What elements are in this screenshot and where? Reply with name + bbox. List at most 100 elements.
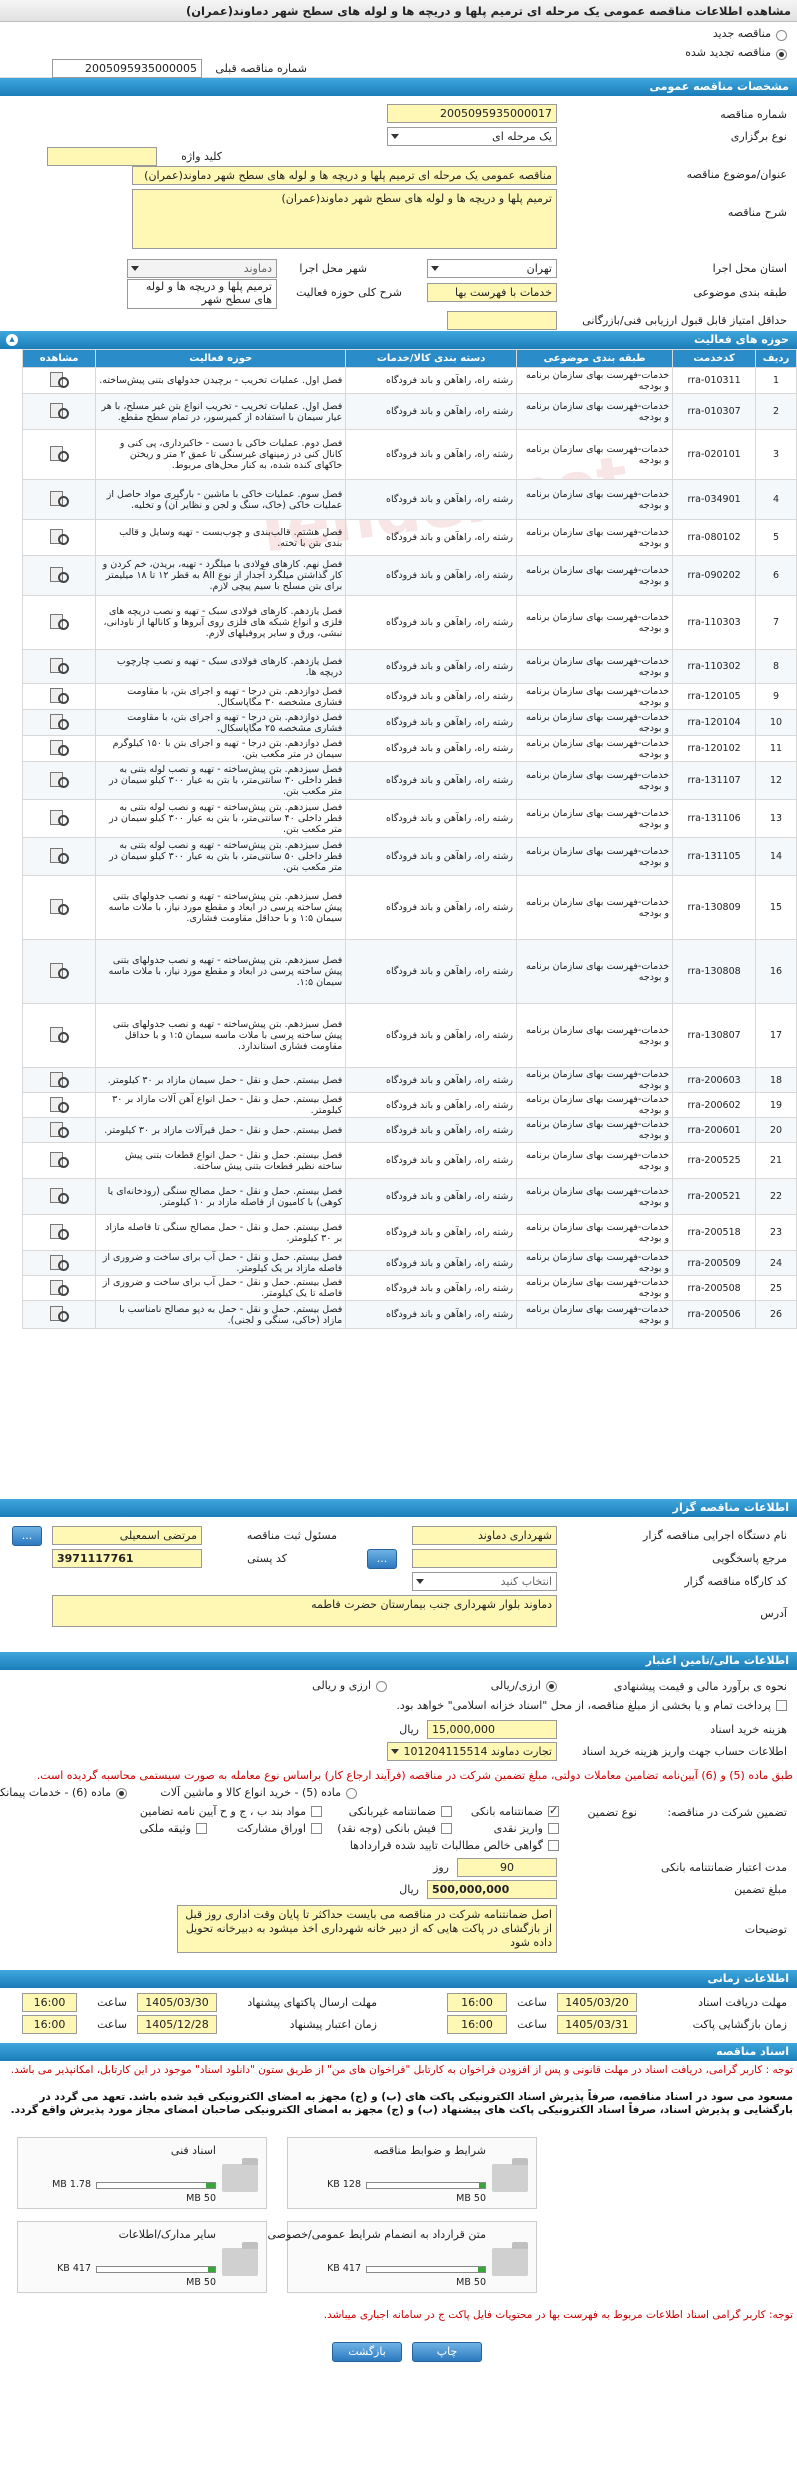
city-select[interactable]: دماوند — [127, 259, 277, 278]
resp-field: مرتضی اسمعیلی — [52, 1526, 202, 1545]
view-details-icon[interactable] — [48, 739, 70, 756]
doc-other[interactable]: سایر مدارک/اطلاعات 417 KB 50 MB — [17, 2221, 267, 2293]
city-label: شهر محل اجرا — [299, 262, 367, 275]
bylaw-checkbox[interactable] — [311, 1806, 322, 1817]
view-details-icon[interactable] — [48, 1254, 70, 1271]
scope-list[interactable]: ترمیم پلها و دریچه ها و لوله های سطح شهر — [127, 279, 277, 309]
row-group: رشته راه، راهآهن و باند فرودگاه — [345, 1214, 518, 1251]
view-details-icon[interactable] — [48, 613, 70, 630]
print-button[interactable]: چاپ — [412, 2342, 482, 2362]
claims-checkbox[interactable] — [548, 1840, 559, 1851]
deposit-checkbox[interactable] — [441, 1823, 452, 1834]
view-cell — [21, 367, 97, 394]
account-select[interactable]: تجارت دماوند 101204115514 — [387, 1742, 557, 1761]
view-cell — [21, 393, 97, 430]
bylaw-label: مواد بند ب ، ج و ح آیین نامه تضامین — [139, 1805, 306, 1818]
view-details-icon[interactable] — [48, 1279, 70, 1296]
cash-checkbox[interactable] — [548, 1823, 559, 1834]
treasury-checkbox[interactable] — [776, 1700, 787, 1711]
view-details-icon[interactable] — [48, 490, 70, 507]
article5-radio[interactable] — [346, 1788, 357, 1799]
service-code: rra-200506 — [672, 1300, 757, 1329]
view-details-icon[interactable] — [48, 847, 70, 864]
view-details-icon[interactable] — [48, 445, 70, 462]
row-number: 2 — [755, 393, 797, 430]
address-field: دماوند بلوار شهرداری جنب بیمارستان حضرت … — [52, 1595, 557, 1627]
view-details-icon[interactable] — [48, 657, 70, 674]
view-details-icon[interactable] — [48, 566, 70, 583]
back-button[interactable]: بازگشت — [332, 2342, 402, 2362]
view-details-icon[interactable] — [48, 1071, 70, 1088]
row-category: خدمات-فهرست بهای سازمان برنامه و بودجه — [516, 837, 674, 876]
view-details-icon[interactable] — [48, 687, 70, 704]
tender-num-field: 2005095935000017 — [387, 104, 557, 123]
general-section-header: مشخصات مناقصه عمومی — [0, 78, 797, 96]
view-details-icon[interactable] — [48, 1151, 70, 1168]
view-details-icon[interactable] — [48, 1223, 70, 1240]
table-row: 1 rra-010311 خدمات-فهرست بهای سازمان برنام… — [21, 367, 797, 394]
tender-view-page: مشاهده اطلاعات مناقصه عمومی یک مرحله ای … — [0, 0, 797, 2488]
service-code: rra-010307 — [672, 393, 757, 430]
fx-radio[interactable] — [376, 1681, 387, 1692]
row-group: رشته راه، راهآهن و باند فرودگاه — [345, 1003, 518, 1068]
table-row: 13 rra-131106 خدمات-فهرست بهای سازمان برنا… — [21, 799, 797, 838]
keyword-field[interactable] — [47, 147, 157, 166]
view-details-icon[interactable] — [48, 1187, 70, 1204]
view-cell — [21, 1275, 97, 1301]
renewed-tender-radio[interactable] — [776, 49, 787, 60]
row-activity: فصل بیستم. حمل و نقل - حمل انواع قطعات ب… — [95, 1142, 347, 1179]
row-group: رشته راه، راهآهن و باند فرودگاه — [345, 875, 518, 940]
view-details-icon[interactable] — [48, 528, 70, 545]
table-row: 9 rra-120105 خدمات-فهرست بهای سازمان برنام… — [21, 683, 797, 710]
row-category: خدمات-فهرست بهای سازمان برنامه و بودجه — [516, 429, 674, 480]
row-number: 20 — [755, 1117, 797, 1143]
property-checkbox[interactable] — [196, 1823, 207, 1834]
view-details-icon[interactable] — [48, 402, 70, 419]
bonds-checkbox[interactable] — [311, 1823, 322, 1834]
bank-guarantee-checkbox[interactable] — [548, 1804, 559, 1817]
service-code: rra-200602 — [672, 1092, 757, 1118]
province-select[interactable]: تهران — [427, 259, 557, 278]
view-details-icon[interactable] — [48, 809, 70, 826]
view-details-icon[interactable] — [48, 898, 70, 915]
table-row: 6 rra-090202 خدمات-فهرست بهای سازمان برنام… — [21, 555, 797, 596]
min-score-field — [447, 311, 557, 330]
article6-radio[interactable] — [116, 1788, 127, 1799]
prev-tender-num-select[interactable]: 2005095935000005 — [52, 59, 202, 78]
view-details-icon[interactable] — [48, 771, 70, 788]
rial-radio[interactable] — [546, 1681, 557, 1692]
row-group: رشته راه، راهآهن و باند فرودگاه — [345, 799, 518, 838]
docs-notice-1: توجه : کاربر گرامی، دریافت اسناد در مهلت… — [10, 2064, 793, 2076]
view-details-icon[interactable] — [48, 713, 70, 730]
collapse-icon[interactable]: ▴ — [6, 334, 18, 346]
nonbank-checkbox[interactable] — [441, 1806, 452, 1817]
row-group: رشته راه، راهآهن و باند فرودگاه — [345, 735, 518, 762]
view-details-icon[interactable] — [48, 1305, 70, 1322]
row-number: 12 — [755, 761, 797, 800]
unit-select[interactable]: انتخاب کنید — [412, 1572, 557, 1591]
table-row: 23 rra-200518 خدمات-فهرست بهای سازمان برنا… — [21, 1214, 797, 1251]
view-details-icon[interactable] — [48, 962, 70, 979]
doc-terms[interactable]: شرایط و ضوابط مناقصه 128 KB 50 MB — [287, 2137, 537, 2209]
new-tender-radio[interactable] — [776, 30, 787, 41]
type-select[interactable]: یک مرحله ای — [387, 127, 557, 146]
service-code: rra-130808 — [672, 939, 757, 1004]
view-details-icon[interactable] — [48, 1121, 70, 1138]
doc-technical[interactable]: اسناد فنی 1.78 MB 50 MB — [17, 2137, 267, 2209]
service-code: rra-080102 — [672, 519, 757, 556]
table-row: 20 rra-200601 خدمات-فهرست بهای سازمان برنا… — [21, 1117, 797, 1143]
doc-name: متن قرارداد به انضمام شرایط عمومی/خصوصی — [267, 2228, 486, 2241]
ref-more-button[interactable]: ... — [367, 1549, 397, 1569]
view-details-icon[interactable] — [48, 1096, 70, 1113]
table-row: 4 rra-034901 خدمات-فهرست بهای سازمان برنام… — [21, 479, 797, 520]
view-details-icon[interactable] — [48, 1026, 70, 1043]
action-bar: چاپ بازگشت — [0, 2336, 797, 2376]
resp-more-button[interactable]: ... — [12, 1526, 42, 1546]
org-section-header: اطلاعات مناقصه گزار — [0, 1499, 797, 1517]
doc-contract[interactable]: متن قرارداد به انضمام شرایط عمومی/خصوصی … — [267, 2221, 537, 2293]
org-section: نام دستگاه اجرایی مناقصه گزار شهرداری دم… — [0, 1517, 797, 1652]
view-cell — [21, 735, 97, 762]
doc-name: اسناد فنی — [170, 2144, 216, 2157]
row-category: خدمات-فهرست بهای سازمان برنامه و بودجه — [516, 1300, 674, 1329]
view-details-icon[interactable] — [48, 371, 70, 388]
